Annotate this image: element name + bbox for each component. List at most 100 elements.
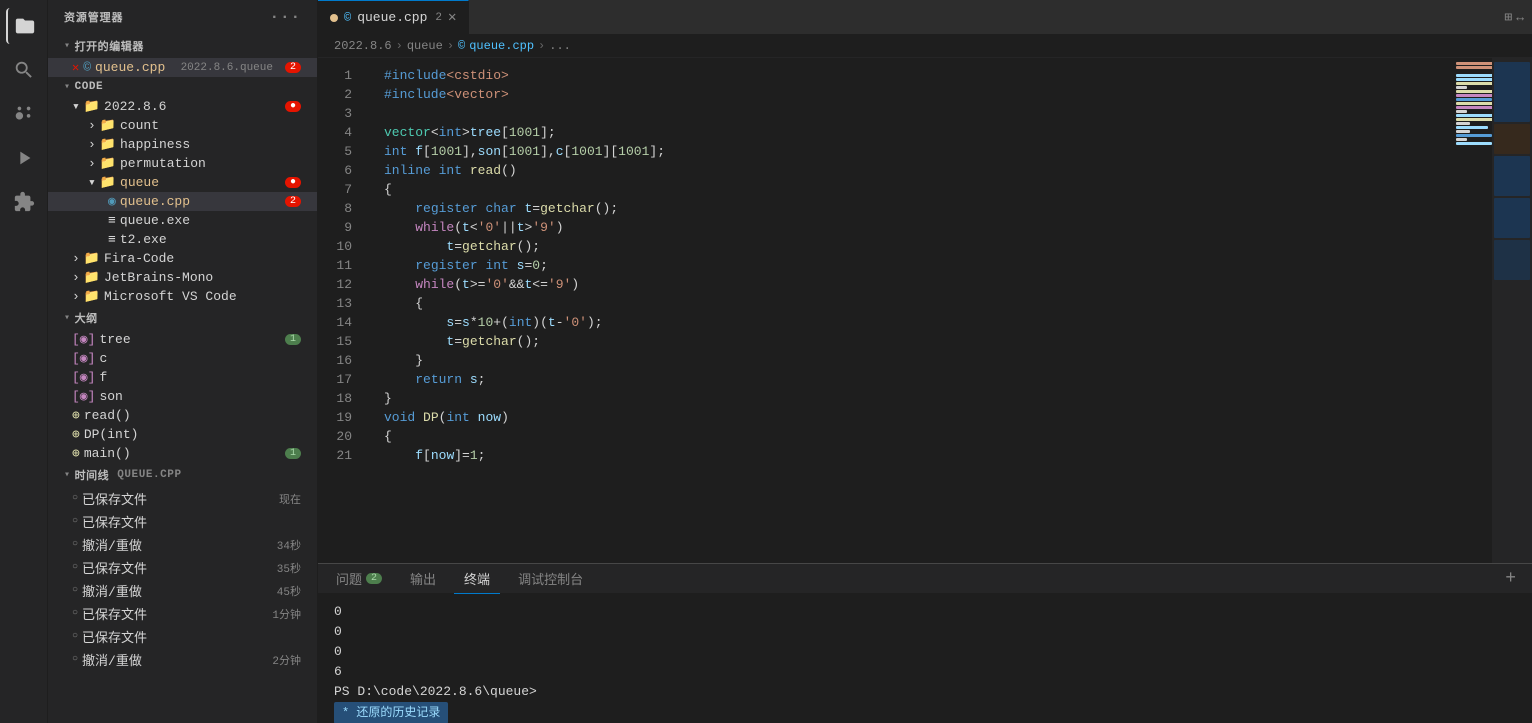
tree-sym-icon: [◉] [72, 332, 95, 347]
code-line-19: void DP(int now) [384, 408, 1436, 427]
timeline-item-4-content: ○ 已保存文件 [72, 558, 147, 577]
code-line-18: } [384, 389, 1436, 408]
breadcrumb-year[interactable]: 2022.8.6 [334, 39, 392, 53]
timeline-item-1[interactable]: ○ 已保存文件 现在 [48, 487, 317, 510]
permutation-chevron: › [88, 156, 96, 171]
outline-son[interactable]: [◉] son [48, 387, 317, 406]
tab-modified-dot [330, 14, 338, 22]
file-t2-exe[interactable]: ≡ t2.exe [48, 230, 317, 249]
file-queue-cpp[interactable]: ◉ queue.cpp 2 [48, 192, 317, 211]
timeline-dot-2: ○ [72, 516, 78, 527]
ln-13: 13 [318, 294, 368, 313]
folder-vs-code[interactable]: › 📁 Microsoft VS Code [48, 287, 317, 306]
activity-search-icon[interactable] [6, 52, 42, 88]
queue-exe-label: queue.exe [120, 213, 309, 228]
open-editors-chevron: ▾ [64, 40, 71, 52]
timeline-item-4[interactable]: ○ 已保存文件 35秒 [48, 556, 317, 579]
outline-main[interactable]: ⊕ main() 1 [48, 444, 317, 463]
timeline-header[interactable]: ▾ 时间线 queue.cpp [48, 463, 317, 487]
timeline-item-3[interactable]: ○ 撤消/重做 34秒 [48, 533, 317, 556]
panel-tab-debug[interactable]: 调试控制台 [508, 564, 593, 594]
panel-tab-terminal[interactable]: 终端 [454, 564, 500, 594]
vs-folder-icon: 📁 [84, 289, 100, 304]
panel-tab-output[interactable]: 输出 [400, 564, 446, 594]
outline-main-label: main() [84, 446, 281, 461]
son-sym-icon: [◉] [72, 389, 95, 404]
fira-label: Fira-Code [104, 251, 309, 266]
outline-read-label: read() [84, 408, 309, 423]
close-icon[interactable]: ✕ [72, 60, 79, 75]
timeline-label-6: 已保存文件 [82, 604, 147, 623]
split-icon[interactable]: ↔ [1516, 10, 1524, 25]
code-content[interactable]: #include<cstdio> #include<vector> vector… [368, 58, 1452, 563]
count-chevron: › [88, 118, 96, 133]
open-editors-header[interactable]: ▾ 打开的编辑器 [48, 34, 317, 58]
terminal-line-2: 0 [334, 622, 1516, 642]
cpp-file-icon: © [83, 60, 91, 75]
tab-number: 2 [435, 12, 442, 24]
tab-queue-cpp[interactable]: © queue.cpp 2 ✕ [318, 0, 469, 35]
folder-2022-8-6[interactable]: ▾ 📁 2022.8.6 ● [48, 97, 317, 116]
sidebar: 资源管理器 ··· ▾ 打开的编辑器 ✕ © queue.cpp 2022.8.… [48, 0, 318, 723]
folder-count[interactable]: › 📁 count [48, 116, 317, 135]
timeline-label-7: 已保存文件 [82, 627, 147, 646]
activity-explorer-icon[interactable] [6, 8, 42, 44]
timeline-file: queue.cpp [117, 469, 181, 481]
sidebar-title: 资源管理器 ··· [48, 0, 317, 34]
timeline-dot-5: ○ [72, 585, 78, 596]
outline-read[interactable]: ⊕ read() [48, 406, 317, 425]
dp-fn-icon: ⊕ [72, 427, 80, 442]
folder-jetbrains[interactable]: › 📁 JetBrains-Mono [48, 268, 317, 287]
folder-queue[interactable]: ▾ 📁 queue ● [48, 173, 317, 192]
queue-cpp-label: queue.cpp [120, 194, 281, 209]
outline-c[interactable]: [◉] c [48, 349, 317, 368]
tab-close-button[interactable]: ✕ [448, 9, 456, 26]
timeline-item-7[interactable]: ○ 已保存文件 [48, 625, 317, 648]
timeline-item-8[interactable]: ○ 撤消/重做 2分钟 [48, 648, 317, 671]
timeline-item-5[interactable]: ○ 撤消/重做 45秒 [48, 579, 317, 602]
terminal-line-3: 0 [334, 642, 1516, 662]
permutation-folder-icon: 📁 [100, 156, 116, 171]
ln-4: 4 [318, 123, 368, 142]
activity-extensions-icon[interactable] [6, 184, 42, 220]
folder-permutation[interactable]: › 📁 permutation [48, 154, 317, 173]
f-sym-icon: [◉] [72, 370, 95, 385]
outline-f[interactable]: [◉] f [48, 368, 317, 387]
code-line-5: int f[1001],son[1001],c[1001][1001]; [384, 142, 1436, 161]
minimap-thumb-5 [1494, 240, 1530, 280]
timeline-dot-4: ○ [72, 562, 78, 573]
panel-output-label: 输出 [410, 569, 436, 588]
open-file-queue-cpp[interactable]: ✕ © queue.cpp 2022.8.6.queue 2 [48, 58, 317, 77]
panel-content[interactable]: 0 0 0 6 PS D:\code\2022.8.6\queue> * 还原的… [318, 594, 1532, 723]
breadcrumb-queue[interactable]: queue [407, 39, 443, 53]
minimap-thumb-1 [1494, 62, 1530, 122]
folder-happiness[interactable]: › 📁 happiness [48, 135, 317, 154]
file-queue-exe[interactable]: ≡ queue.exe [48, 211, 317, 230]
layout-icon[interactable]: ⊞ [1504, 10, 1512, 25]
terminal-line-1: 0 [334, 602, 1516, 622]
queue-cpp-icon: ◉ [108, 194, 116, 209]
outline-tree[interactable]: [◉] tree 1 [48, 330, 317, 349]
timeline-dot-6: ○ [72, 608, 78, 619]
outline-dp[interactable]: ⊕ DP(int) [48, 425, 317, 444]
sidebar-menu-button[interactable]: ··· [270, 8, 301, 26]
panel-tab-problems[interactable]: 问题 2 [326, 564, 392, 594]
breadcrumb-more[interactable]: ... [549, 39, 571, 53]
code-line-10: t=getchar(); [384, 237, 1436, 256]
ln-20: 20 [318, 427, 368, 446]
code-section-header[interactable]: ▾ CODE [48, 77, 317, 97]
timeline-item-2[interactable]: ○ 已保存文件 [48, 510, 317, 533]
timeline-item-6[interactable]: ○ 已保存文件 1分钟 [48, 602, 317, 625]
folder-fira-code[interactable]: › 📁 Fira-Code [48, 249, 317, 268]
outline-header[interactable]: ▾ 大纲 [48, 306, 317, 330]
activity-run-icon[interactable] [6, 140, 42, 176]
ln-14: 14 [318, 313, 368, 332]
history-restore-button[interactable]: * 还原的历史记录 [334, 702, 448, 723]
panel-add-button[interactable]: + [1497, 569, 1524, 589]
tab-name: queue.cpp [357, 10, 427, 25]
activity-git-icon[interactable] [6, 96, 42, 132]
ln-15: 15 [318, 332, 368, 351]
breadcrumb-filename[interactable]: queue.cpp [469, 39, 534, 53]
timeline-chevron: ▾ [64, 469, 71, 481]
panel-debug-label: 调试控制台 [518, 569, 583, 588]
